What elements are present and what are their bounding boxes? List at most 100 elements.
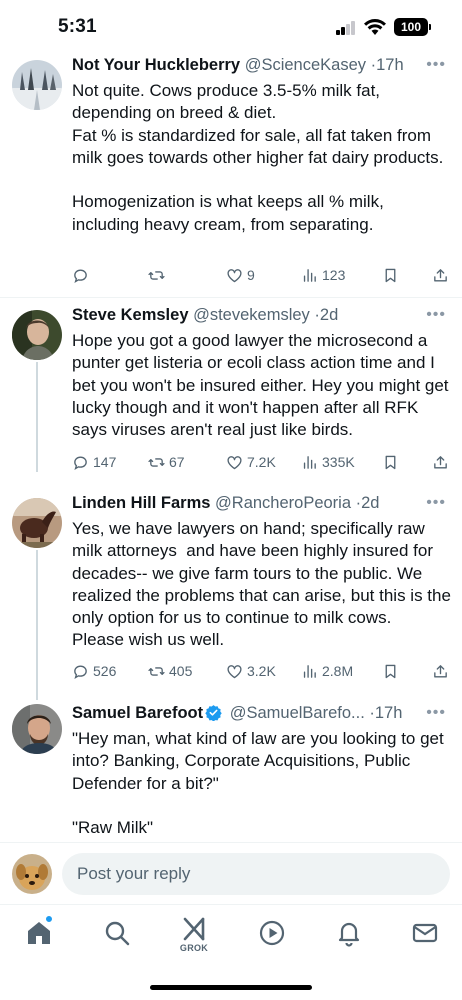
repost-icon xyxy=(148,270,165,280)
like-icon xyxy=(227,455,242,469)
like-count: 7.2K xyxy=(247,454,276,470)
views-button[interactable]: 335K xyxy=(301,451,355,473)
post-time[interactable]: 2d xyxy=(361,494,379,512)
tab-home[interactable] xyxy=(19,919,59,963)
views-button[interactable]: 2.8M xyxy=(301,660,353,682)
reply-post[interactable]: Samuel Barefoot @SamuelBarefo... ·17h ••… xyxy=(0,700,462,842)
like-count: 3.2K xyxy=(247,663,276,679)
home-icon xyxy=(28,922,50,944)
like-count: 9 xyxy=(247,267,255,283)
post-actions: 147 67 7.2K 335K xyxy=(72,451,454,473)
repost-button[interactable]: 67 xyxy=(148,451,185,473)
views-icon xyxy=(303,455,316,469)
post-header: Steve Kemsley @stevekemsley ·2d ••• xyxy=(72,306,452,330)
author-name[interactable]: Steve Kemsley xyxy=(72,306,189,324)
author-handle[interactable]: @ScienceKasey xyxy=(245,56,366,74)
avatar[interactable] xyxy=(12,310,62,360)
reply-button[interactable]: 147 xyxy=(72,451,116,473)
tab-notifications[interactable] xyxy=(329,919,369,963)
battery-icon: 100 xyxy=(394,18,428,36)
post-time[interactable]: 17h xyxy=(375,704,403,722)
post-time[interactable]: 2d xyxy=(320,306,338,324)
reply-count: 526 xyxy=(93,663,117,679)
reply-button[interactable] xyxy=(72,264,93,286)
share-button[interactable] xyxy=(432,264,453,286)
share-button[interactable] xyxy=(432,660,453,682)
avatar[interactable] xyxy=(12,60,62,110)
reply-post[interactable]: Linden Hill Farms @RancheroPeoria ·2d ••… xyxy=(0,488,462,700)
reply-composer xyxy=(0,842,462,904)
views-count: 335K xyxy=(322,454,355,470)
avatar[interactable] xyxy=(12,704,62,754)
like-button[interactable]: 3.2K xyxy=(226,660,276,682)
status-time: 5:31 xyxy=(58,16,97,37)
more-options-icon[interactable]: ••• xyxy=(426,494,446,512)
bell-icon xyxy=(338,922,360,947)
views-count: 2.8M xyxy=(322,663,354,679)
tab-grok[interactable]: GROK xyxy=(174,915,214,959)
more-options-icon[interactable]: ••• xyxy=(426,704,446,722)
share-icon xyxy=(434,268,447,281)
reply-count: 147 xyxy=(93,454,117,470)
home-indicator[interactable] xyxy=(150,985,312,990)
post-text: "Hey man, what kind of law are you looki… xyxy=(72,729,444,838)
post-text: Not quite. Cows produce 3.5-5% milk fat,… xyxy=(72,81,444,234)
replies-feed[interactable]: Not Your Huckleberry @ScienceKasey ·17h … xyxy=(0,52,462,842)
my-avatar[interactable] xyxy=(12,854,52,894)
bookmark-button[interactable] xyxy=(382,660,403,682)
reply-input[interactable] xyxy=(62,853,450,895)
tab-messages[interactable] xyxy=(405,919,445,963)
bookmark-button[interactable] xyxy=(382,451,403,473)
reply-post[interactable]: Not Your Huckleberry @ScienceKasey ·17h … xyxy=(0,52,462,297)
post-text: Hope you got a good lawyer the microseco… xyxy=(72,331,454,440)
author-handle[interactable]: @RancheroPeoria xyxy=(215,494,351,512)
grok-icon xyxy=(183,917,205,941)
views-icon xyxy=(303,268,316,282)
post-header: Linden Hill Farms @RancheroPeoria ·2d ••… xyxy=(72,494,452,518)
more-options-icon[interactable]: ••• xyxy=(426,306,446,324)
views-button[interactable]: 123 xyxy=(301,264,345,286)
post-time[interactable]: 17h xyxy=(376,56,404,74)
bookmark-icon xyxy=(385,268,396,282)
repost-button[interactable]: 405 xyxy=(148,660,192,682)
like-icon xyxy=(227,268,242,282)
tab-search[interactable] xyxy=(97,919,137,963)
post-actions: 9 123 xyxy=(72,264,454,286)
verified-badge-icon xyxy=(205,705,222,721)
author-name[interactable]: Not Your Huckleberry xyxy=(72,56,240,74)
author-handle[interactable]: @SamuelBarefo... xyxy=(230,704,365,722)
author-name[interactable]: Linden Hill Farms xyxy=(72,494,210,512)
post-text: Yes, we have lawyers on hand; specifical… xyxy=(72,519,456,650)
like-button[interactable]: 7.2K xyxy=(226,451,276,473)
views-count: 123 xyxy=(322,267,346,283)
bookmark-icon xyxy=(385,455,396,469)
post-header: Not Your Huckleberry @ScienceKasey ·17h … xyxy=(72,56,452,80)
wifi-icon xyxy=(364,19,386,35)
repost-count: 405 xyxy=(169,663,193,679)
more-options-icon[interactable]: ••• xyxy=(426,56,446,74)
reply-icon xyxy=(74,456,87,470)
reply-post[interactable]: Steve Kemsley @stevekemsley ·2d ••• Hope… xyxy=(0,298,462,488)
reply-icon xyxy=(74,269,87,283)
mail-icon xyxy=(412,923,438,943)
tab-video[interactable] xyxy=(252,919,292,963)
notification-dot xyxy=(45,915,53,923)
repost-count: 67 xyxy=(169,454,185,470)
post-header: Samuel Barefoot @SamuelBarefo... ·17h ••… xyxy=(72,704,452,728)
avatar[interactable] xyxy=(12,498,62,548)
share-button[interactable] xyxy=(432,451,453,473)
views-icon xyxy=(303,664,316,678)
author-handle[interactable]: @stevekemsley xyxy=(193,306,310,324)
repost-button[interactable] xyxy=(148,264,169,286)
bookmark-button[interactable] xyxy=(382,264,403,286)
reply-icon xyxy=(74,665,87,679)
play-icon xyxy=(259,920,285,946)
author-name[interactable]: Samuel Barefoot xyxy=(72,704,203,722)
battery-tip xyxy=(429,24,431,30)
repost-icon xyxy=(148,457,165,467)
cellular-signal-icon xyxy=(336,21,356,35)
like-icon xyxy=(227,664,242,678)
status-bar: 5:31 100 xyxy=(0,0,462,52)
reply-button[interactable]: 526 xyxy=(72,660,116,682)
like-button[interactable]: 9 xyxy=(226,264,255,286)
